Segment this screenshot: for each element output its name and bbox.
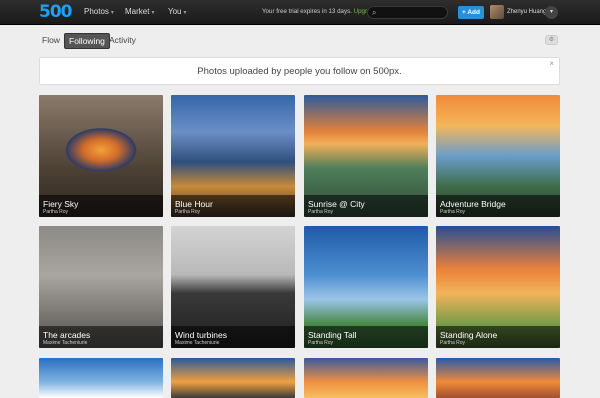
username[interactable]: Zhenyu Huang — [507, 9, 546, 15]
photo-author[interactable]: Partha Roy — [308, 209, 333, 215]
add-button[interactable]: + Add — [458, 6, 484, 19]
photo-tile[interactable]: Blue Hour Partha Roy — [171, 95, 295, 217]
avatar[interactable] — [490, 5, 504, 19]
photo-title[interactable]: Fiery Sky — [43, 199, 78, 209]
logo[interactable]: 500 — [39, 3, 72, 21]
gear-icon: ⚙ — [548, 37, 555, 43]
photo-tile[interactable] — [436, 358, 560, 398]
user-menu-button[interactable]: ▾ — [545, 6, 558, 19]
photo-author[interactable]: Maxime Tacheniurie — [43, 340, 87, 346]
photo-tile[interactable] — [39, 358, 163, 398]
photo-tile[interactable]: Standing Alone Partha Roy — [436, 226, 560, 348]
info-banner: Photos uploaded by people you follow on … — [39, 57, 560, 85]
top-bar: 500 Photos ▾ Market ▾ You ▾ Your free trial… — [0, 0, 600, 25]
photo-tile[interactable]: The arcades Maxime Tacheniurie — [39, 226, 163, 348]
tab-following[interactable]: Following — [64, 33, 110, 49]
photo-title[interactable]: Sunrise @ City — [308, 199, 365, 209]
nav-market-label: Market — [125, 7, 150, 16]
trial-notice: Your free trial expires in 13 days. Upgr… — [262, 8, 377, 15]
photo-author[interactable]: Partha Roy — [175, 209, 200, 215]
close-icon[interactable]: × — [549, 59, 554, 69]
photo-tile[interactable] — [171, 358, 295, 398]
photo-title[interactable]: Wind turbines — [175, 330, 227, 340]
photo-title[interactable]: The arcades — [43, 330, 90, 340]
photo-tile[interactable]: Wind turbines Maxime Tacheniurie — [171, 226, 295, 348]
photo-tile[interactable] — [304, 358, 428, 398]
photo-title[interactable]: Adventure Bridge — [440, 199, 506, 209]
photo-author[interactable]: Maxime Tacheniurie — [175, 340, 219, 346]
photo-title[interactable]: Standing Alone — [440, 330, 497, 340]
trial-text: Your free trial expires in 13 days. — [262, 8, 352, 15]
photo-author[interactable]: Partha Roy — [440, 340, 465, 346]
tab-flow[interactable]: Flow — [42, 33, 60, 47]
photo-tile[interactable]: Standing Tall Partha Roy — [304, 226, 428, 348]
search-icon: ⌕ — [372, 8, 377, 17]
nav-photos-label: Photos — [84, 7, 109, 16]
tab-activity[interactable]: Activity — [109, 33, 136, 47]
search-input[interactable]: ⌕ — [367, 6, 448, 19]
nav-you[interactable]: You ▾ — [168, 7, 187, 16]
sub-navigation: Flow Following Activity ⚙ — [0, 33, 600, 49]
photo-title[interactable]: Blue Hour — [175, 199, 213, 209]
photo-author[interactable]: Partha Roy — [43, 209, 68, 215]
chevron-down-icon: ▾ — [183, 10, 187, 16]
banner-text: Photos uploaded by people you follow on … — [197, 66, 402, 77]
chevron-down-icon: ▾ — [151, 10, 155, 16]
photo-author[interactable]: Partha Roy — [308, 340, 333, 346]
photo-tile[interactable]: Adventure Bridge Partha Roy — [436, 95, 560, 217]
photo-tile[interactable]: Fiery Sky Partha Roy — [39, 95, 163, 217]
nav-photos[interactable]: Photos ▾ — [84, 7, 114, 16]
photo-author[interactable]: Partha Roy — [440, 209, 465, 215]
chevron-down-icon: ▾ — [110, 10, 114, 16]
photo-tile[interactable]: Sunrise @ City Partha Roy — [304, 95, 428, 217]
nav-market[interactable]: Market ▾ — [125, 7, 154, 16]
chevron-down-icon: ▾ — [549, 9, 553, 15]
settings-button[interactable]: ⚙ — [545, 35, 558, 45]
nav-you-label: You — [168, 7, 182, 16]
photo-title[interactable]: Standing Tall — [308, 330, 357, 340]
